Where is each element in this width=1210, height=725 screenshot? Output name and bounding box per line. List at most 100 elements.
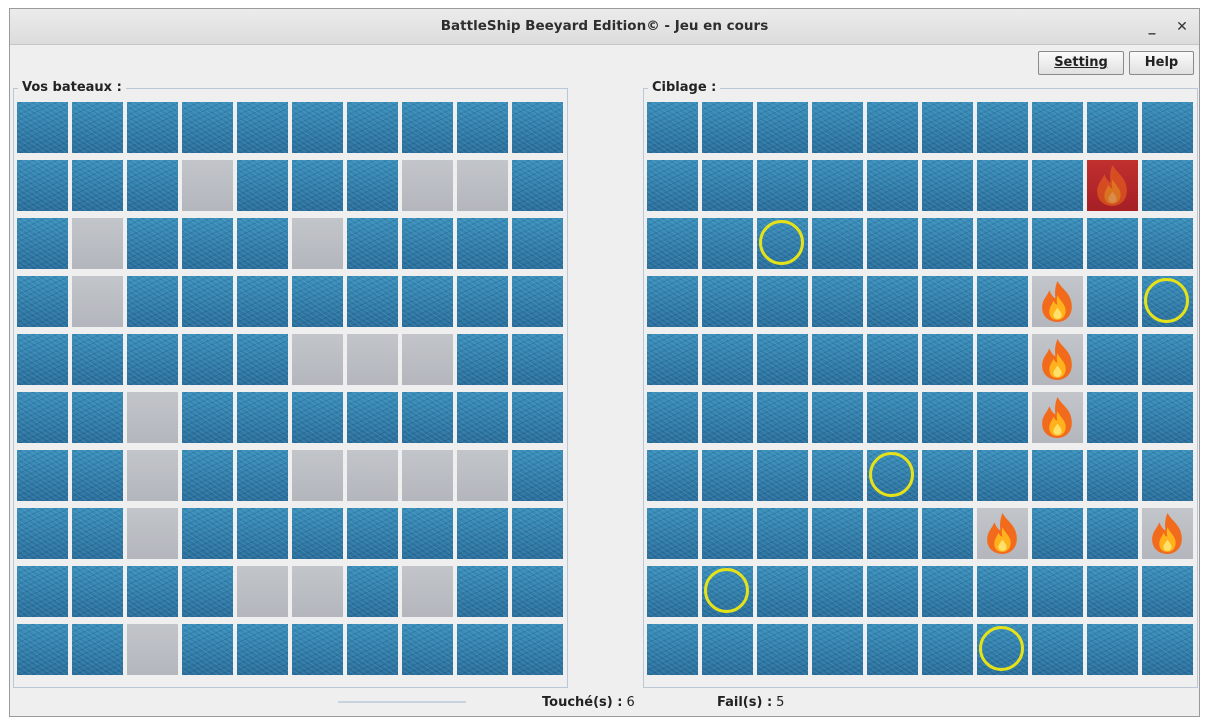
own-ships-cell[interactable] [457,624,508,675]
target-cell[interactable] [922,160,973,211]
own-ships-cell[interactable] [402,450,453,501]
target-cell[interactable] [1032,392,1083,443]
target-cell[interactable] [702,392,753,443]
own-ships-cell[interactable] [292,102,343,153]
target-cell[interactable] [812,102,863,153]
target-cell[interactable] [1142,508,1193,559]
own-ships-cell[interactable] [17,450,68,501]
own-ships-cell[interactable] [402,624,453,675]
target-cell[interactable] [1142,276,1193,327]
own-ships-cell[interactable] [237,160,288,211]
target-cell[interactable] [702,276,753,327]
own-ships-cell[interactable] [402,566,453,617]
own-ships-cell[interactable] [182,624,233,675]
target-cell[interactable] [757,392,808,443]
own-ships-cell[interactable] [182,102,233,153]
own-ships-cell[interactable] [292,566,343,617]
own-ships-cell[interactable] [127,392,178,443]
target-cell[interactable] [702,102,753,153]
target-cell[interactable] [812,508,863,559]
own-ships-cell[interactable] [402,218,453,269]
own-ships-cell[interactable] [17,102,68,153]
target-cell[interactable] [647,450,698,501]
target-cell[interactable] [1142,566,1193,617]
target-cell[interactable] [977,276,1028,327]
target-cell[interactable] [922,450,973,501]
target-cell[interactable] [1087,508,1138,559]
own-ships-cell[interactable] [292,508,343,559]
target-cell[interactable] [1142,160,1193,211]
target-cell[interactable] [922,334,973,385]
target-cell[interactable] [1142,218,1193,269]
target-cell[interactable] [867,450,918,501]
target-cell[interactable] [1032,276,1083,327]
target-cell[interactable] [977,160,1028,211]
target-cell[interactable] [1032,450,1083,501]
own-ships-cell[interactable] [182,276,233,327]
setting-button[interactable]: Setting [1038,51,1124,75]
own-ships-cell[interactable] [182,160,233,211]
target-cell[interactable] [647,276,698,327]
target-cell[interactable] [1142,624,1193,675]
target-cell[interactable] [812,624,863,675]
own-ships-cell[interactable] [127,334,178,385]
target-cell[interactable] [1087,450,1138,501]
target-cell[interactable] [867,624,918,675]
own-ships-cell[interactable] [347,566,398,617]
target-cell[interactable] [1087,334,1138,385]
target-cell[interactable] [1032,566,1083,617]
target-cell[interactable] [1087,160,1138,211]
help-button[interactable]: Help [1129,51,1194,75]
target-cell[interactable] [867,392,918,443]
own-ships-cell[interactable] [72,450,123,501]
own-ships-cell[interactable] [182,450,233,501]
own-ships-cell[interactable] [402,334,453,385]
own-ships-cell[interactable] [402,102,453,153]
target-cell[interactable] [867,218,918,269]
target-cell[interactable] [867,508,918,559]
target-cell[interactable] [1032,508,1083,559]
target-cell[interactable] [702,566,753,617]
target-cell[interactable] [1032,102,1083,153]
own-ships-cell[interactable] [17,160,68,211]
target-cell[interactable] [647,566,698,617]
own-ships-cell[interactable] [457,566,508,617]
target-cell[interactable] [757,566,808,617]
target-cell[interactable] [647,508,698,559]
own-ships-cell[interactable] [182,508,233,559]
target-cell[interactable] [1032,334,1083,385]
target-cell[interactable] [1087,102,1138,153]
target-cell[interactable] [1087,624,1138,675]
own-ships-cell[interactable] [292,276,343,327]
close-button[interactable]: ✕ [1171,16,1193,38]
target-cell[interactable] [977,624,1028,675]
own-ships-cell[interactable] [72,276,123,327]
own-ships-cell[interactable] [292,450,343,501]
own-ships-cell[interactable] [237,392,288,443]
own-ships-cell[interactable] [237,102,288,153]
own-ships-cell[interactable] [457,276,508,327]
target-cell[interactable] [812,392,863,443]
own-ships-cell[interactable] [347,450,398,501]
own-ships-cell[interactable] [17,508,68,559]
target-cell[interactable] [702,450,753,501]
own-ships-cell[interactable] [402,276,453,327]
target-cell[interactable] [702,624,753,675]
own-ships-cell[interactable] [347,276,398,327]
own-ships-cell[interactable] [127,450,178,501]
own-ships-cell[interactable] [402,392,453,443]
own-ships-cell[interactable] [72,102,123,153]
target-cell[interactable] [1142,102,1193,153]
own-ships-cell[interactable] [512,566,563,617]
target-cell[interactable] [702,334,753,385]
own-ships-cell[interactable] [17,624,68,675]
own-ships-cell[interactable] [292,624,343,675]
target-cell[interactable] [1142,392,1193,443]
target-cell[interactable] [647,102,698,153]
own-ships-cell[interactable] [457,102,508,153]
target-cell[interactable] [812,334,863,385]
own-ships-cell[interactable] [17,276,68,327]
own-ships-cell[interactable] [237,218,288,269]
target-cell[interactable] [977,392,1028,443]
target-cell[interactable] [757,624,808,675]
